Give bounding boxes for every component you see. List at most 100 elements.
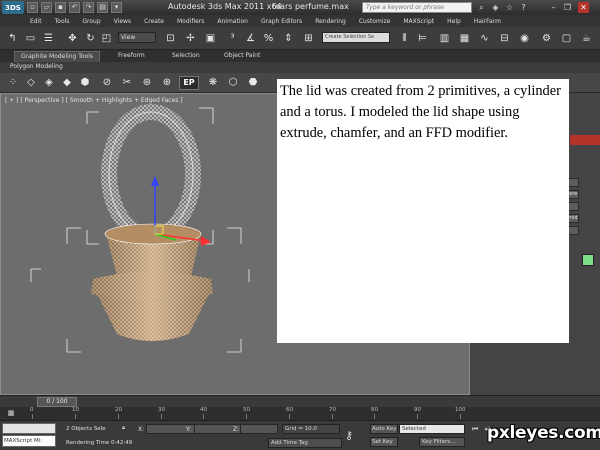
tick-mark [460,414,461,419]
attach-icon[interactable]: ⊕ [160,76,174,90]
restore-icon[interactable]: ❐ [562,2,573,13]
angle-snap-icon[interactable]: ∡ [244,32,257,45]
vertex-mode-icon[interactable]: ⁘ [6,76,20,90]
project-folder-icon[interactable]: ▤ [97,2,108,13]
dropdown-arrow-icon[interactable]: ▾ [111,2,122,13]
redo-icon[interactable]: ↷ [83,2,94,13]
menu-modifiers[interactable]: Modifiers [177,18,204,25]
file-name: tears perfume.max [272,2,349,11]
binoculars-icon[interactable]: ⌕ [476,2,487,13]
element-mode-icon[interactable]: ⬢ [78,76,92,90]
x-coordinate-field[interactable] [146,424,200,434]
tick-label: 60 [286,407,293,413]
tab-object-paint[interactable]: Object Paint [224,52,260,59]
auto-key-button[interactable]: Auto Key [370,424,398,434]
z-coordinate-field[interactable] [240,424,278,434]
align-icon[interactable]: ⊨ [416,32,429,45]
menu-tools[interactable]: Tools [55,18,70,25]
pivot-center-icon[interactable]: ⊡ [164,32,177,45]
key-mode-dropdown[interactable]: Selected [399,424,465,434]
maxscript-mini-listener[interactable]: MAXScript Mi: [2,435,56,447]
layer-manager-icon[interactable]: ▥ [438,32,451,45]
tick-label: 90 [414,407,421,413]
tick-mark [161,414,162,419]
menu-maxscript[interactable]: MAXScript [403,18,434,25]
object-color-swatch[interactable] [582,254,594,266]
set-key-button[interactable]: Set Key [370,437,398,447]
undo-icon[interactable]: ↶ [69,2,80,13]
help-icon[interactable]: ? [518,2,529,13]
symmetry-icon[interactable]: ⊛ [140,76,154,90]
named-selection-set-dropdown[interactable]: Create Selection Se [322,32,390,43]
favorites-star-icon[interactable]: ☆ [504,2,515,13]
menu-create[interactable]: Create [144,18,164,25]
viewport-label[interactable]: [ + ] [ Perspective ] [ Smooth + Highlig… [5,97,183,104]
go-to-start-icon[interactable]: ⏮ [470,424,480,434]
select-by-name-icon[interactable]: ☰ [42,32,55,45]
edit-named-selection-icon[interactable]: ⊞ [302,32,315,45]
ribbon-panel: Polygon Modeling [0,62,600,73]
minimize-icon[interactable]: – [548,2,559,13]
menu-customize[interactable]: Customize [359,18,391,25]
tab-selection[interactable]: Selection [172,52,200,59]
track-bar[interactable]: ▦ 0 10 20 30 40 50 60 70 80 90 100 [0,407,600,420]
schematic-view-icon[interactable]: ⊟ [498,32,511,45]
polygon-mode-icon[interactable]: ◆ [60,76,74,90]
render-setup-icon[interactable]: ⚙ [540,32,553,45]
tab-freeform[interactable]: Freeform [118,52,145,59]
border-mode-icon[interactable]: ◈ [42,76,56,90]
time-slider[interactable]: 0 / 100 [0,395,600,407]
rendered-frame-icon[interactable]: ▢ [560,32,573,45]
select-scale-icon[interactable]: ◰ [100,32,113,45]
select-move-icon[interactable]: ✥ [66,32,79,45]
menu-hairfarm[interactable]: HairFarm [474,18,501,25]
keyboard-shortcut-icon[interactable]: ▣ [204,32,217,45]
menu-graph-editors[interactable]: Graph Editors [261,18,302,25]
edge-mode-icon[interactable]: ◇ [24,76,38,90]
menu-edit[interactable]: Edit [30,18,42,25]
tick-label: 80 [371,407,378,413]
menu-views[interactable]: Views [114,18,131,25]
mini-curve-editor-icon[interactable]: ▦ [6,408,16,418]
relax-icon[interactable]: ❋ [206,76,220,90]
help-search-input[interactable]: Type a keyword or phrase [362,2,472,13]
spinner-snap-icon[interactable]: ⇕ [282,32,295,45]
loop-select-icon[interactable]: ⬡ [226,76,240,90]
lock-selection-icon[interactable]: 🔒︎ [122,425,125,432]
menu-help[interactable]: Help [447,18,461,25]
swift-loop-icon[interactable]: ⊘ [100,76,114,90]
new-file-icon[interactable]: ▫ [27,2,38,13]
ring-select-icon[interactable]: ⬣ [246,76,260,90]
menu-rendering[interactable]: Rendering [315,18,346,25]
communication-center-icon[interactable]: ◈ [490,2,501,13]
key-icon[interactable]: ⚷ [345,429,353,442]
menu-group[interactable]: Group [82,18,100,25]
tick-mark [118,414,119,419]
curve-editor-icon[interactable]: ∿ [478,32,491,45]
maxscript-listener-output[interactable] [2,423,56,434]
menu-animation[interactable]: Animation [217,18,248,25]
mirror-icon[interactable]: ⫴ [398,32,411,45]
reference-coordinate-dropdown[interactable]: View [118,32,156,43]
material-editor-icon[interactable]: ◉ [518,32,531,45]
time-slider-thumb[interactable]: 0 / 100 [37,397,77,407]
command-panel-tab-strip[interactable] [570,135,600,145]
render-teapot-icon[interactable]: ☕ [580,32,593,45]
snaps-toggle-icon[interactable]: ³ [226,32,239,45]
add-time-tag-button[interactable]: Add Time Tag [268,438,342,448]
open-file-icon[interactable]: ▱ [41,2,52,13]
select-rotate-icon[interactable]: ↻ [84,32,97,45]
percent-snap-icon[interactable]: % [262,32,275,45]
graphite-toggle-icon[interactable]: ▦ [458,32,471,45]
select-manipulate-icon[interactable]: ✢ [184,32,197,45]
cut-tool-icon[interactable]: ✂ [120,76,134,90]
select-object-icon[interactable]: ▭ [24,32,37,45]
close-icon[interactable]: ✕ [578,2,589,13]
polygon-modeling-label[interactable]: Polygon Modeling [10,63,63,70]
save-icon[interactable]: ▪ [55,2,66,13]
key-filters-button[interactable]: Key Filters... [419,437,465,447]
undo-toolbar-icon[interactable]: ↰ [6,32,19,45]
convert-to-poly-badge[interactable]: EP [179,76,199,90]
app-logo[interactable]: 3DS [2,1,24,14]
tab-graphite-modeling-tools[interactable]: Graphite Modeling Tools [14,51,101,62]
